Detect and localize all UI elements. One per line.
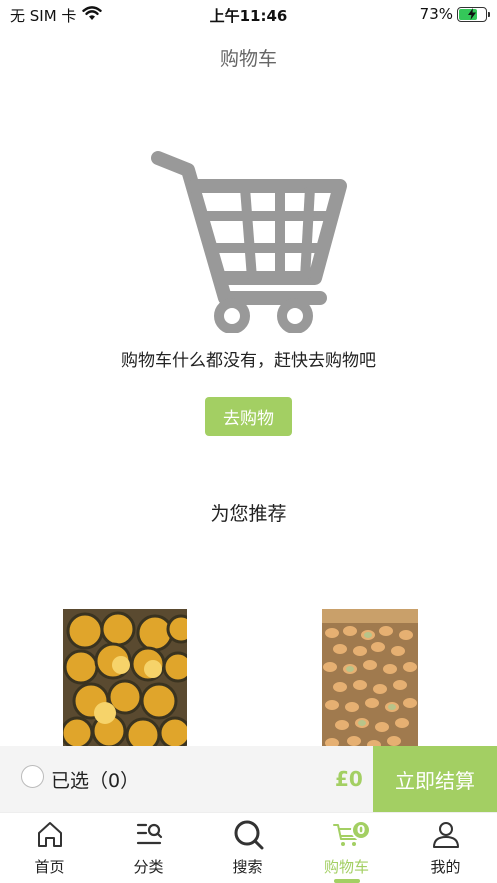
tab-cart-label: 购物车	[323, 858, 369, 876]
battery-icon	[457, 6, 490, 22]
tab-search[interactable]: 搜索	[198, 813, 297, 883]
product-card-small-fruits[interactable]	[322, 609, 418, 749]
status-right: 73%	[419, 5, 490, 23]
tab-category-label: 分类	[133, 858, 164, 876]
recommend-title: 为您推荐	[210, 503, 287, 525]
bolt-icon	[468, 7, 476, 20]
oranges-box-photo	[63, 609, 187, 749]
battery-percent: 73%	[419, 5, 453, 23]
tab-cart[interactable]: 0 购物车	[297, 813, 396, 883]
shopping-cart-icon	[150, 148, 350, 334]
tab-profile-label: 我的	[430, 858, 461, 876]
checkout-button[interactable]: 立即结算	[373, 746, 497, 812]
select-all-checkbox[interactable]	[21, 765, 44, 788]
tab-home[interactable]: 首页	[0, 813, 99, 883]
tab-cart-underline	[334, 879, 360, 883]
cart-badge: 0	[351, 820, 371, 840]
status-bar: 无 SIM 卡 上午11:46 73%	[0, 0, 497, 28]
tab-home-label: 首页	[34, 858, 65, 876]
home-icon	[38, 822, 62, 847]
tab-profile[interactable]: 我的	[396, 813, 495, 883]
product-card-oranges[interactable]	[63, 609, 187, 749]
category-icon	[136, 823, 163, 845]
tab-category[interactable]: 分类	[99, 813, 198, 883]
user-icon	[433, 822, 459, 848]
tab-search-label: 搜索	[232, 858, 263, 876]
page-title: 购物车	[219, 48, 277, 70]
tab-bar: 首页 分类 搜索 0 购物车 我的	[0, 812, 497, 883]
search-icon	[234, 820, 264, 850]
empty-cart-message: 购物车什么都没有，赶快去购物吧	[121, 351, 376, 371]
small-fruits-box-photo	[322, 609, 418, 749]
selected-count-label: 已选（0）	[51, 770, 140, 792]
total-price: £0	[335, 767, 363, 791]
go-shopping-button[interactable]: 去购物	[205, 397, 292, 436]
checkout-bar: 已选（0） £0 立即结算	[0, 746, 497, 812]
